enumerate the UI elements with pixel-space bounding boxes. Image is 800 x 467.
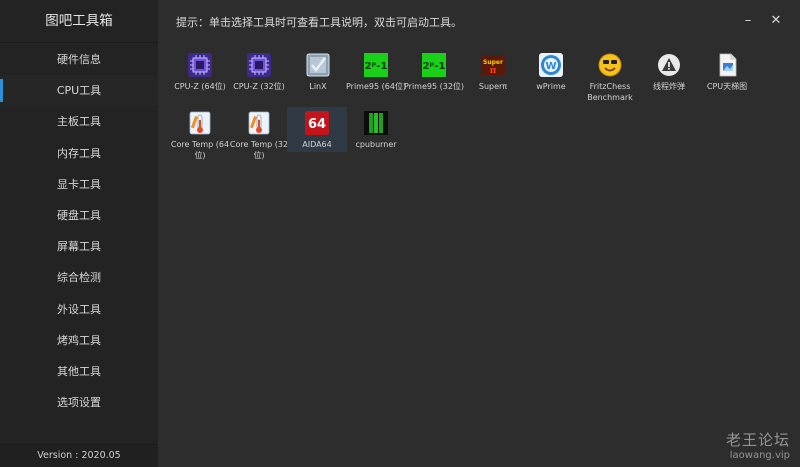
cpuz-icon — [247, 53, 271, 77]
tool-label: Prime95 (32位) — [403, 82, 465, 91]
watermark-title: 老王论坛 — [725, 431, 790, 449]
watermark: 老王论坛 laowang.vip — [726, 429, 790, 461]
app-window: 图吧工具箱 硬件信息 CPU工具 主板工具 内存工具 显卡工具 硬盘工具 屏幕工… — [0, 0, 800, 467]
watermark-url: laowang.vip — [729, 450, 790, 461]
tool-label: wPrime — [536, 82, 566, 91]
tool-label: Core Temp (32位) — [229, 140, 289, 160]
sidebar-item-settings[interactable]: 选项设置 — [0, 387, 158, 418]
tool-label: Core Temp (64位) — [170, 140, 230, 160]
svg-text:64: 64 — [308, 117, 326, 132]
tool-thread-bomb[interactable]: 线程炸弹 — [639, 49, 699, 107]
sidebar-item-gpu-tools[interactable]: 显卡工具 — [0, 169, 158, 200]
coretemp-icon — [189, 111, 211, 135]
tool-fritzchess[interactable]: FritzChess Benchmark — [580, 49, 640, 107]
tool-wprime[interactable]: W wPrime — [521, 49, 581, 107]
sidebar-item-disk-tools[interactable]: 硬盘工具 — [0, 200, 158, 231]
tool-aida64[interactable]: 64 AIDA64 — [287, 107, 347, 152]
tool-cpuz-32[interactable]: CPU-Z (32位) — [229, 49, 289, 107]
sidebar-item-memory-tools[interactable]: 内存工具 — [0, 138, 158, 169]
tool-prime95-64[interactable]: 2ᵖ-1 Prime95 (64位) — [346, 49, 406, 107]
minimize-button[interactable]: – — [738, 11, 758, 31]
tool-label: CPU-Z (32位) — [233, 82, 285, 91]
tool-prime95-32[interactable]: 2ᵖ-1 Prime95 (32位) — [404, 49, 464, 107]
svg-text:W: W — [545, 61, 556, 72]
cpuburner-icon — [364, 111, 388, 135]
linx-icon — [306, 53, 330, 77]
header: 提示：单击选择工具时可查看工具说明，双击可启动工具。 – ✕ — [158, 0, 800, 42]
sidebar-item-comprehensive-test[interactable]: 综合检测 — [0, 262, 158, 293]
tool-label: 线程炸弹 — [653, 82, 685, 91]
tool-linx[interactable]: LinX — [288, 49, 348, 107]
cpuz-icon — [188, 53, 212, 77]
prime95-icon: 2ᵖ-1 — [422, 53, 446, 77]
tool-label: CPU天梯图 — [706, 82, 748, 91]
tool-superpi[interactable]: Super π Superπ — [463, 49, 523, 107]
aida64-icon: 64 — [305, 111, 329, 135]
coretemp-icon — [248, 111, 270, 135]
sidebar-item-motherboard-tools[interactable]: 主板工具 — [0, 106, 158, 137]
tool-cpuburner[interactable]: cpuburner — [346, 107, 406, 165]
sidebar-menu: 硬件信息 CPU工具 主板工具 内存工具 显卡工具 硬盘工具 屏幕工具 综合检测… — [0, 44, 158, 418]
tool-coretemp-32[interactable]: Core Temp (32位) — [229, 107, 289, 165]
tool-cpuz-64[interactable]: CPU-Z (64位) — [170, 49, 230, 107]
tool-cpu-ladder[interactable]: CPU天梯图 — [697, 49, 757, 107]
tool-label: Prime95 (64位) — [345, 82, 407, 91]
close-icon: ✕ — [770, 13, 782, 28]
svg-text:Super: Super — [483, 59, 503, 66]
document-icon — [719, 53, 737, 77]
sidebar: 图吧工具箱 硬件信息 CPU工具 主板工具 内存工具 显卡工具 硬盘工具 屏幕工… — [0, 0, 158, 467]
sidebar-item-hardware-info[interactable]: 硬件信息 — [0, 44, 158, 75]
tool-label: LinX — [309, 82, 327, 91]
sidebar-item-stress-tools[interactable]: 烤鸡工具 — [0, 325, 158, 356]
superpi-icon: Super π — [481, 55, 505, 76]
svg-text:2ᵖ-1: 2ᵖ-1 — [365, 61, 388, 72]
version-label: Version : 2020.05 — [0, 444, 158, 467]
tool-label: CPU-Z (64位) — [174, 82, 226, 91]
hint-text: 提示：单击选择工具时可查看工具说明，双击可启动工具。 — [176, 16, 462, 29]
warning-icon — [658, 54, 680, 76]
tool-label: Superπ — [478, 82, 508, 91]
svg-text:2ᵖ-1: 2ᵖ-1 — [423, 61, 446, 72]
sidebar-item-cpu-tools[interactable]: CPU工具 — [0, 75, 158, 107]
tool-coretemp-64[interactable]: Core Temp (64位) — [170, 107, 230, 165]
sidebar-item-peripheral-tools[interactable]: 外设工具 — [0, 294, 158, 325]
prime95-icon: 2ᵖ-1 — [364, 53, 388, 77]
tool-label: AIDA64 — [302, 140, 332, 149]
wprime-icon: W — [539, 53, 563, 77]
sidebar-item-other-tools[interactable]: 其他工具 — [0, 356, 158, 387]
tool-label: cpuburner — [355, 140, 397, 149]
fritzchess-icon — [598, 53, 622, 77]
minimize-icon: – — [744, 13, 752, 28]
svg-text:π: π — [490, 66, 497, 76]
tool-label: FritzChess Benchmark — [587, 82, 633, 102]
close-button[interactable]: ✕ — [766, 11, 786, 31]
sidebar-item-screen-tools[interactable]: 屏幕工具 — [0, 231, 158, 262]
app-title: 图吧工具箱 — [0, 0, 158, 43]
